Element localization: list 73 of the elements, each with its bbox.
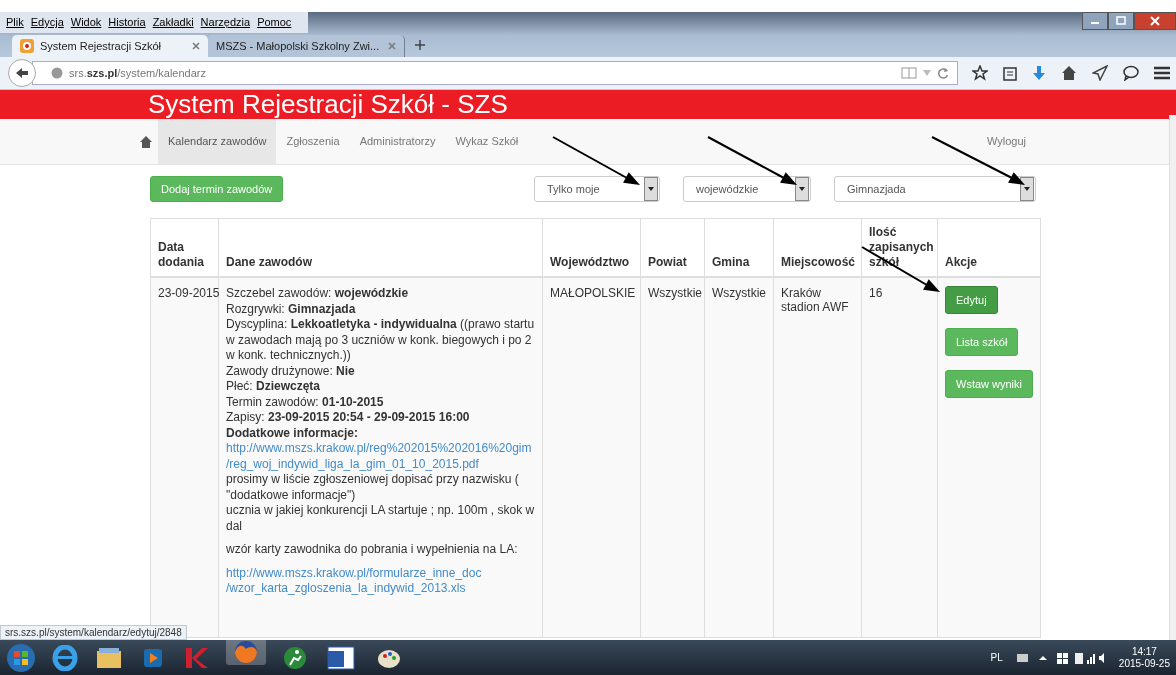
caret-icon bbox=[1020, 177, 1034, 201]
menu-item[interactable]: Widok bbox=[70, 16, 102, 30]
detail-text: Dyscyplina: Lekkoatletyka - indywidualna ((prawo startu w zawodach mają po 3 uczniów w konk. biegowych i po 2 w konk. technicznych.)) bbox=[226, 317, 535, 364]
detail-text: wzór karty zawodnika do pobrania i wypełnienia na LA: bbox=[226, 542, 519, 558]
table-cell: MAŁOPOLSKIE bbox=[542, 277, 641, 637]
detail-text: Zawody drużynowe: Nie bbox=[226, 363, 356, 379]
browser-tab[interactable]: MSZS - Małopolski Szkolny Zwi... bbox=[208, 35, 405, 57]
new-tab-icon[interactable] bbox=[415, 40, 425, 50]
logout-link[interactable]: Wyloguj bbox=[976, 119, 1026, 164]
detail-text: Termin zawodów: 01-10-2015 bbox=[226, 394, 385, 410]
clipboard-icon[interactable] bbox=[1003, 65, 1017, 81]
close-icon[interactable] bbox=[1134, 12, 1176, 30]
nav-link[interactable]: Wykaz Szkół bbox=[445, 119, 529, 164]
nav-link[interactable]: Administratorzy bbox=[349, 119, 446, 164]
reload-icon[interactable] bbox=[937, 67, 949, 79]
browser-icon[interactable] bbox=[50, 644, 80, 671]
document-link[interactable]: http://www.mszs.krakow.pl/formularze_inne_doc /wzor_karta_zgloszenia_la_indywid_2013.xls bbox=[226, 565, 535, 597]
nav-link[interactable]: Kalendarz zawodów bbox=[158, 119, 277, 164]
column-header: Województwo bbox=[542, 218, 641, 277]
clock[interactable]: 14:17 2015-09-25 bbox=[1118, 645, 1170, 670]
crest-icon bbox=[20, 39, 34, 53]
detail-text: Zapisy: 23-09-2015 20:54 - 29-09-2015 16:00 bbox=[226, 410, 471, 426]
browser-tab[interactable]: System Rejestracji Szkół bbox=[12, 35, 208, 57]
menu-item[interactable]: Pomoc bbox=[257, 16, 292, 30]
home-icon[interactable] bbox=[1061, 65, 1077, 81]
column-header: Powiat bbox=[640, 218, 705, 277]
language-indicator[interactable]: PL bbox=[990, 652, 1003, 663]
site-title: System Rejestracji Szkół - SZS bbox=[148, 90, 508, 119]
document-link[interactable]: http://www.mszs.krakow.pl/reg%202015%202016%20gim /reg_woj_indywid_liga_la_gim_01_10_2015.pdf bbox=[226, 441, 535, 472]
caret-icon bbox=[795, 177, 809, 201]
url-text: srs.szs.pl/system/kalendarz bbox=[69, 67, 206, 79]
tray-icons-drawing[interactable] bbox=[1016, 650, 1105, 665]
start-icon[interactable] bbox=[6, 642, 36, 673]
menu-item[interactable]: Historia bbox=[108, 16, 146, 30]
star-icon[interactable] bbox=[972, 65, 988, 81]
filter-dropdown[interactable]: wojewódzkie bbox=[683, 176, 811, 202]
column-header: Gmina bbox=[704, 218, 774, 277]
detail-text: prosimy w liście zgłoszeniowej dopisać przy nazwisku ( "dodatkowe informacje") bbox=[226, 472, 520, 503]
menu-item[interactable]: Narzędzia bbox=[200, 16, 251, 30]
status-url: srs.szs.pl/system/kalendarz/edytuj/2848 bbox=[0, 625, 187, 640]
detail-heading: Dodatkowe informacje: bbox=[226, 425, 360, 441]
table-cell: Wszystkie bbox=[704, 277, 774, 637]
column-header: Miejscowość bbox=[773, 218, 862, 277]
filter-dropdown[interactable]: Tylko moje bbox=[534, 176, 660, 202]
menu-item[interactable]: Zakładki bbox=[152, 16, 194, 30]
detail-text: Rozgrywki: Gimnazjada bbox=[226, 301, 357, 317]
column-header: Dane zawodów bbox=[218, 218, 543, 277]
menu-item[interactable]: Plik bbox=[6, 16, 24, 30]
detail-text: ucznia w jakiej konkurencji LA startuje ; np. 100m , skok w dal bbox=[226, 503, 535, 534]
menu-icon[interactable] bbox=[1154, 66, 1170, 80]
address-bar[interactable]: srs.szs.pl/system/kalendarz bbox=[32, 61, 958, 85]
restore-icon[interactable] bbox=[1108, 12, 1134, 30]
minimize-icon[interactable] bbox=[1082, 12, 1108, 30]
table-cell: 16 bbox=[861, 277, 938, 637]
globe-icon bbox=[51, 67, 63, 79]
scrollbar[interactable] bbox=[1169, 115, 1176, 640]
paper-plane-icon[interactable] bbox=[1092, 65, 1108, 81]
column-header: Akcje bbox=[937, 218, 1041, 277]
table-cell: Kraków stadion AWF bbox=[773, 277, 862, 637]
nav-link[interactable]: Zgłoszenia bbox=[276, 119, 350, 164]
detail-text: Płeć: Dziewczęta bbox=[226, 379, 322, 395]
menu-item[interactable]: Edycja bbox=[30, 16, 64, 30]
back-arrow-icon bbox=[15, 67, 29, 79]
speech-bubble-icon[interactable] bbox=[1123, 65, 1139, 81]
filter-dropdown[interactable]: Gimnazjada bbox=[834, 176, 1036, 202]
download-icon[interactable] bbox=[1032, 65, 1046, 81]
home-icon[interactable] bbox=[140, 135, 152, 148]
caret-icon bbox=[644, 177, 658, 201]
detail-text: Szczebel zawodów: wojewódzkie bbox=[226, 286, 410, 302]
column-header: Data dodania bbox=[150, 218, 219, 277]
back-button[interactable] bbox=[8, 59, 36, 87]
close-icon[interactable] bbox=[192, 42, 200, 50]
table-cell: Wszystkie bbox=[640, 277, 705, 637]
